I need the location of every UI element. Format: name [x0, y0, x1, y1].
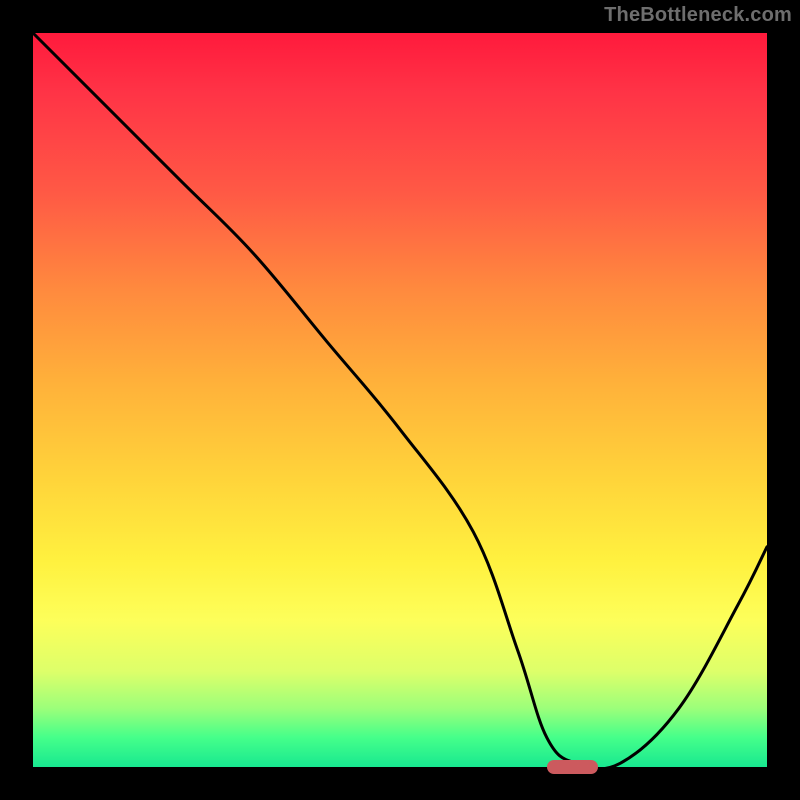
watermark-text: TheBottleneck.com [604, 4, 792, 27]
bottleneck-curve [33, 33, 767, 767]
optimal-range-marker [547, 760, 598, 774]
plot-area [33, 33, 767, 767]
chart-frame: TheBottleneck.com [0, 0, 800, 800]
